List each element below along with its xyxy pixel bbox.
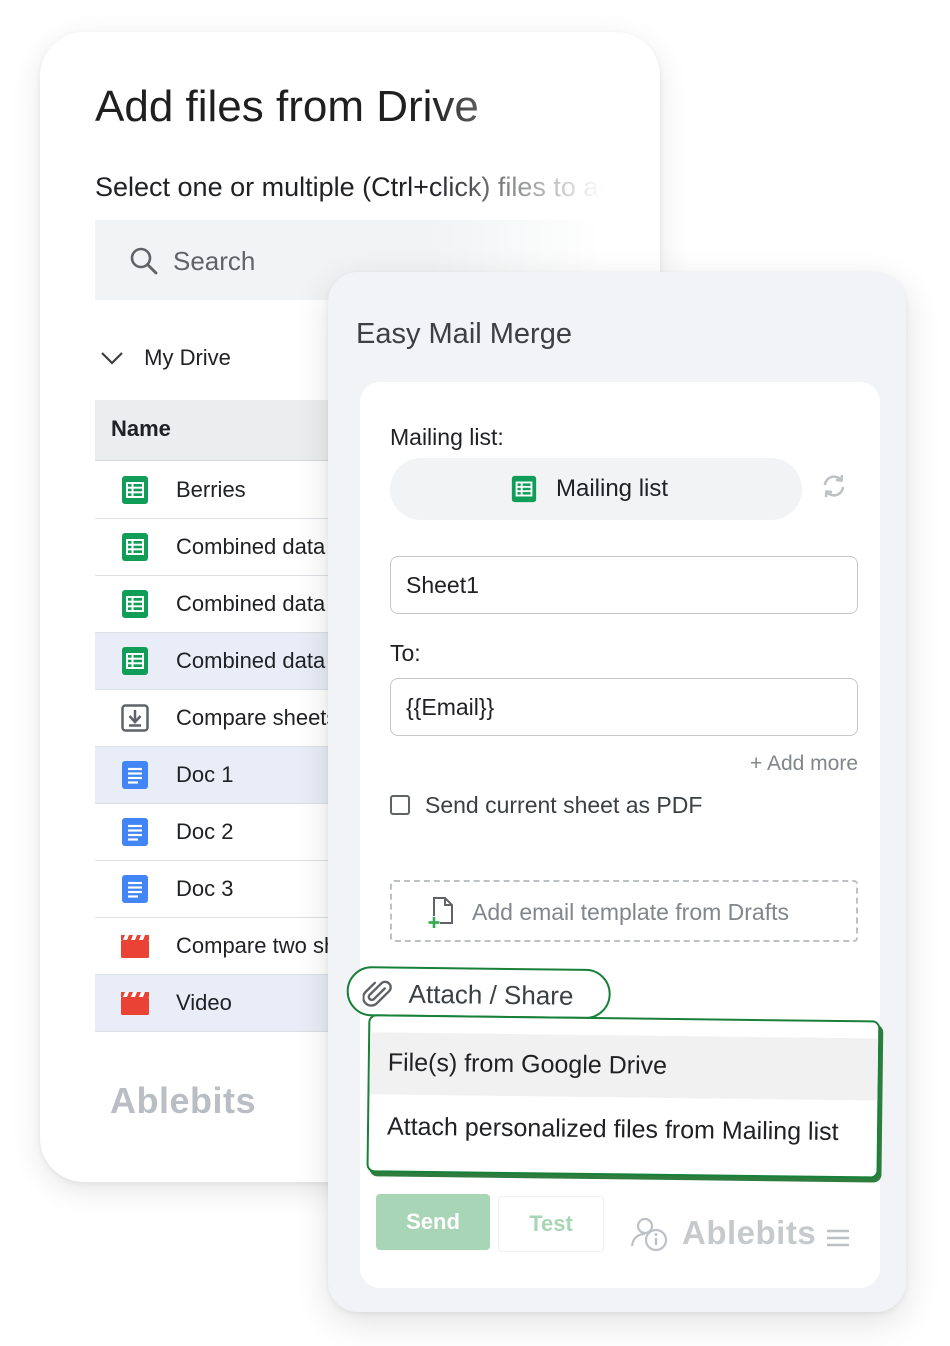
sheets-icon (122, 590, 148, 618)
send-pdf-checkbox[interactable] (390, 795, 410, 815)
test-button[interactable]: Test (498, 1196, 604, 1252)
docs-icon (122, 761, 148, 789)
to-label: To: (390, 640, 421, 666)
mailing-list-value: Mailing list (556, 475, 669, 502)
attach-share-label: Attach / Share (408, 978, 574, 1011)
sheets-icon (122, 647, 148, 675)
chevron-down-icon (101, 352, 123, 365)
sheets-icon (122, 476, 148, 504)
send-pdf-label: Send current sheet as PDF (425, 792, 703, 818)
menu-item-label: Attach personalized files from Mailing l… (386, 1112, 839, 1147)
add-more-link[interactable]: + Add more (750, 752, 858, 776)
add-template-label: Add email template from Drafts (472, 899, 790, 925)
folder-label: My Drive (144, 345, 231, 371)
sheets-icon (511, 475, 537, 503)
video-icon (121, 935, 149, 958)
file-name: Berries (176, 477, 246, 502)
mailing-list-button[interactable]: Mailing list (390, 458, 802, 520)
attach-menu: File(s) from Google Drive Attach persona… (366, 1014, 881, 1179)
attach-share-button[interactable]: Attach / Share (346, 966, 611, 1020)
sheet-value: Sheet1 (406, 572, 479, 598)
add-template-button[interactable]: Add email template from Drafts (390, 880, 858, 942)
sheet-select[interactable]: Sheet1 (390, 556, 858, 614)
mailing-list-label: Mailing list: (390, 424, 504, 450)
file-name: Doc 3 (176, 876, 234, 901)
sheets-icon (122, 533, 148, 561)
file-name: Combined data (176, 591, 326, 616)
paperclip-icon (362, 980, 392, 1007)
to-value: {{Email}} (406, 694, 495, 720)
hamburger-menu-icon[interactable] (826, 1228, 850, 1248)
add-file-icon (428, 897, 453, 928)
file-name: Doc 2 (176, 819, 234, 844)
docs-icon (122, 875, 148, 903)
docs-icon (122, 818, 148, 846)
name-column-header: Name (111, 416, 171, 441)
file-name: Compare sheets (176, 705, 338, 730)
panel-title: Easy Mail Merge (356, 318, 572, 350)
menu-item-personalized-files[interactable]: Attach personalized files from Mailing l… (369, 1096, 878, 1164)
search-placeholder: Search (173, 246, 256, 276)
ablebits-logo: Ablebits (682, 1214, 817, 1251)
refresh-icon[interactable] (820, 472, 848, 500)
send-button[interactable]: Send (376, 1194, 490, 1250)
file-name: Combined data (176, 534, 326, 559)
file-name: Doc 1 (176, 762, 234, 787)
file-name: Video (176, 990, 232, 1015)
to-field[interactable]: {{Email}} (390, 678, 858, 736)
ablebits-logo: Ablebits (110, 1080, 257, 1121)
my-drive-folder[interactable]: My Drive (100, 344, 231, 371)
video-icon (121, 992, 149, 1015)
attach-share-dropdown: Attach / Share File(s) from Google Drive… (344, 966, 887, 1187)
file-name: Combined data (176, 648, 326, 673)
menu-item-label: File(s) from Google Drive (387, 1048, 668, 1080)
search-icon (130, 247, 158, 275)
menu-item-drive-files[interactable]: File(s) from Google Drive (369, 1032, 879, 1101)
dialog-title: Add files from Drive (95, 82, 479, 131)
user-info-icon[interactable] (630, 1216, 670, 1252)
download-file-icon (121, 704, 149, 732)
dialog-subtitle: Select one or multiple (Ctrl+click) file… (95, 172, 629, 202)
